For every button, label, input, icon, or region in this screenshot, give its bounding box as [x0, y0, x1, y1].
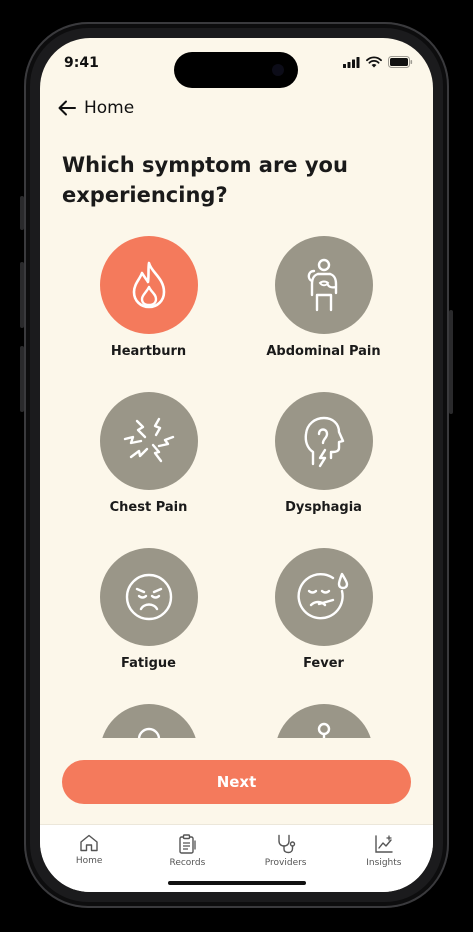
chart-icon — [375, 835, 393, 853]
back-label: Home — [84, 98, 135, 118]
symptom-more-2[interactable] — [236, 704, 411, 738]
symptom-circle — [274, 236, 373, 334]
battery-icon — [388, 56, 413, 68]
symptom-circle — [274, 548, 373, 646]
next-button[interactable]: Next — [62, 760, 411, 804]
tab-home[interactable]: Home — [40, 825, 138, 892]
tab-label: Records — [169, 858, 206, 868]
flame-icon — [132, 261, 165, 309]
back-button[interactable]: Home — [58, 98, 134, 118]
symptom-circle — [274, 704, 373, 738]
tab-insights[interactable]: Insights — [335, 825, 433, 892]
clipboard-icon — [179, 834, 197, 854]
sick-face-icon — [297, 572, 348, 620]
symptom-heartburn[interactable]: Heartburn — [61, 236, 236, 359]
symptom-label: Abdominal Pain — [266, 344, 381, 359]
symptom-chest-pain[interactable]: Chest Pain — [61, 392, 236, 515]
symptom-label: Heartburn — [110, 344, 187, 359]
action-button — [20, 196, 24, 230]
partial-icon — [137, 727, 160, 738]
symptom-circle — [274, 392, 373, 490]
home-icon — [80, 834, 98, 852]
volume-down-button — [20, 346, 24, 412]
symptom-circle — [99, 236, 198, 334]
wifi-icon — [366, 56, 382, 68]
tired-face-icon — [125, 573, 172, 621]
dynamic-island — [174, 52, 298, 88]
symptom-label: Fever — [303, 656, 344, 671]
chest-pain-icon — [123, 417, 174, 463]
symptom-circle — [99, 392, 198, 490]
power-button — [449, 310, 453, 414]
stethoscope-icon — [277, 834, 295, 854]
tab-label: Insights — [366, 858, 402, 868]
symptom-grid: Heartburn Abdominal Pain Chest Pain Dysp… — [40, 236, 433, 738]
status-time: 9:41 — [64, 55, 99, 71]
symptom-abdominal-pain[interactable]: Abdominal Pain — [236, 236, 411, 359]
home-indicator — [168, 881, 306, 885]
symptom-label: Chest Pain — [109, 500, 188, 515]
signal-icon — [343, 56, 360, 68]
page-title: Which symptom are you experiencing? — [62, 153, 348, 207]
symptom-fatigue[interactable]: Fatigue — [61, 548, 236, 671]
arrow-left-icon — [58, 100, 76, 116]
symptom-circle — [99, 704, 198, 738]
tab-label: Providers — [264, 858, 307, 868]
symptom-label: Dysphagia — [285, 500, 362, 515]
symptom-more-1[interactable] — [61, 704, 236, 738]
symptom-dysphagia[interactable]: Dysphagia — [236, 392, 411, 515]
throat-icon — [304, 416, 344, 468]
symptom-label: Fatigue — [121, 656, 176, 671]
symptom-circle — [99, 548, 198, 646]
person-icon — [317, 722, 330, 738]
tab-label: Home — [75, 856, 103, 866]
status-icons — [343, 56, 413, 68]
stomach-pain-icon — [307, 258, 337, 312]
symptom-fever[interactable]: Fever — [236, 548, 411, 671]
app-screen: 9:41 Home Which symptom are you experien… — [40, 38, 433, 892]
volume-up-button — [20, 262, 24, 328]
